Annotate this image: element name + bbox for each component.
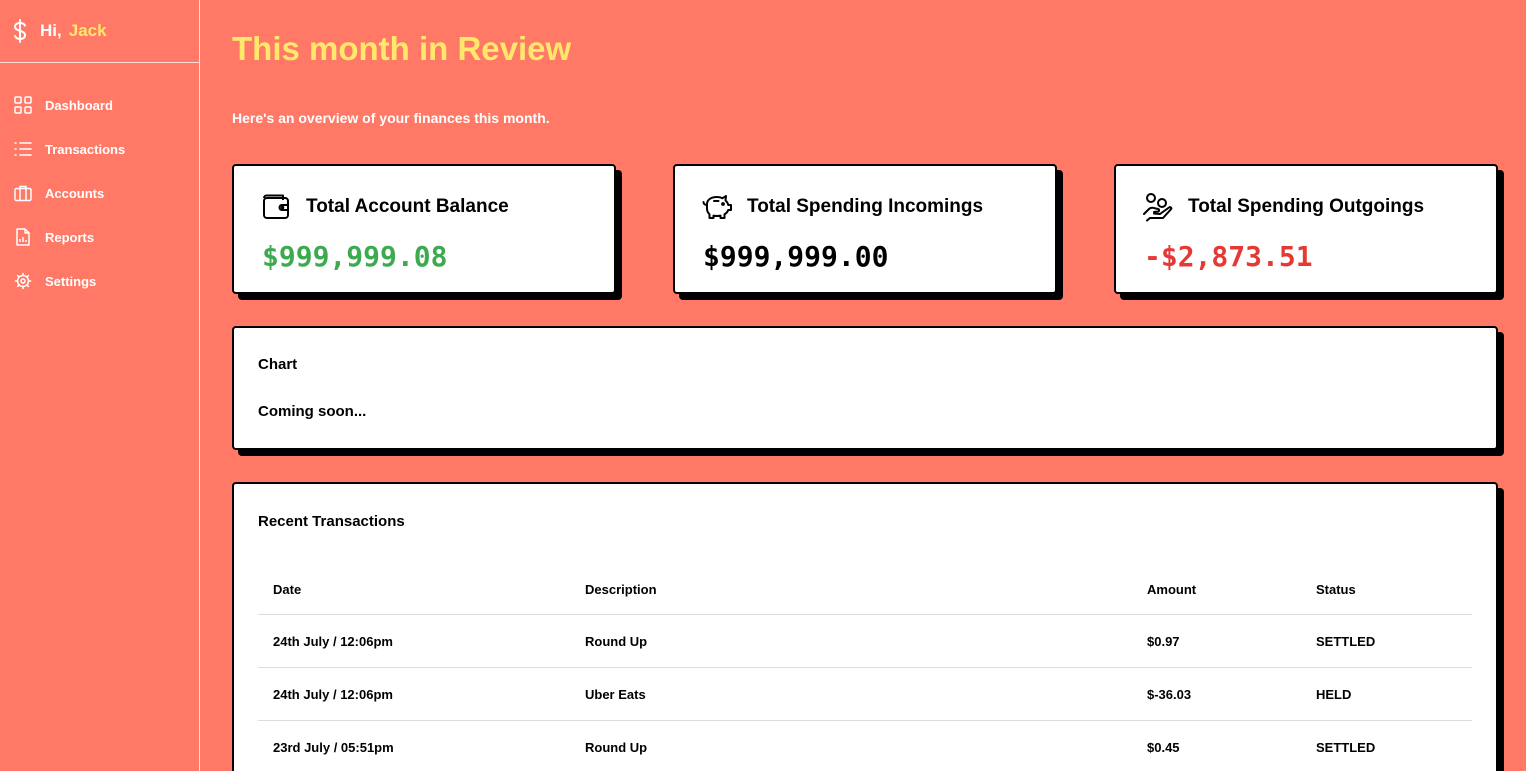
sidebar-item-reports[interactable]: Reports <box>0 215 199 259</box>
cell-date: 23rd July / 05:51pm <box>258 720 570 771</box>
sidebar: Hi, Jack Dashboard Transactions Accounts… <box>0 0 200 771</box>
recent-transactions-title: Recent Transactions <box>258 513 405 530</box>
sidebar-item-transactions[interactable]: Transactions <box>0 127 199 171</box>
stat-value: $999,999.00 <box>703 240 889 273</box>
chart-placeholder: Coming soon... <box>258 403 367 420</box>
column-header-status: Status <box>1301 564 1472 615</box>
table-header-row: Date Description Amount Status <box>258 564 1472 615</box>
sidebar-nav: Dashboard Transactions Accounts Reports … <box>0 63 199 303</box>
dollar-icon <box>12 19 30 43</box>
sidebar-item-label: Transactions <box>45 141 126 157</box>
table-row[interactable]: 24th July / 12:06pm Round Up $0.97 SETTL… <box>258 614 1472 668</box>
stat-title: Total Account Balance <box>306 196 509 217</box>
stat-card-incomings: Total Spending Incomings $999,999.00 <box>673 164 1057 294</box>
stat-card-balance: Total Account Balance $999,999.08 <box>232 164 616 294</box>
cell-amount: $0.45 <box>1132 720 1301 771</box>
sidebar-item-dashboard[interactable]: Dashboard <box>0 83 199 127</box>
column-header-amount: Amount <box>1132 564 1301 615</box>
cell-description: Round Up <box>570 720 1132 771</box>
briefcase-icon <box>13 183 33 203</box>
stat-value: -$2,873.51 <box>1144 240 1313 273</box>
cell-status: SETTLED <box>1301 720 1472 771</box>
sidebar-item-label: Accounts <box>45 185 105 201</box>
chart-title: Chart <box>258 356 298 373</box>
cell-status: HELD <box>1301 667 1472 721</box>
list-icon <box>13 139 33 159</box>
transactions-table: Date Description Amount Status 24th July… <box>258 564 1472 771</box>
gear-icon <box>13 271 33 291</box>
user-name: Jack <box>68 21 107 40</box>
page-subtitle: Here's an overview of your finances this… <box>232 110 550 126</box>
stat-title: Total Spending Outgoings <box>1188 196 1425 217</box>
chart-card: Chart Coming soon... <box>232 326 1498 450</box>
cell-date: 24th July / 12:06pm <box>258 667 570 721</box>
cell-date: 24th July / 12:06pm <box>258 614 570 668</box>
cell-amount: $-36.03 <box>1132 667 1301 721</box>
stat-header: Total Spending Outgoings <box>1142 190 1496 224</box>
sidebar-item-label: Dashboard <box>45 97 113 113</box>
hand-coins-icon <box>1142 191 1174 223</box>
stat-value: $999,999.08 <box>262 240 448 273</box>
cell-status: SETTLED <box>1301 614 1472 668</box>
column-header-description: Description <box>570 564 1132 615</box>
column-header-date: Date <box>258 564 570 615</box>
page-title: This month in Review <box>232 30 572 67</box>
brand: Hi, Jack <box>0 0 199 63</box>
sidebar-item-settings[interactable]: Settings <box>0 259 199 303</box>
greeting: Hi, <box>40 21 62 40</box>
sidebar-item-label: Reports <box>45 229 95 245</box>
stat-title: Total Spending Incomings <box>747 196 984 217</box>
table-row[interactable]: 23rd July / 05:51pm Round Up $0.45 SETTL… <box>258 720 1472 771</box>
cell-description: Round Up <box>570 614 1132 668</box>
wallet-icon <box>260 191 292 223</box>
stat-card-outgoings: Total Spending Outgoings -$2,873.51 <box>1114 164 1498 294</box>
grid-icon <box>13 95 33 115</box>
report-icon <box>13 227 33 247</box>
stat-header: Total Account Balance <box>260 190 614 224</box>
table-row[interactable]: 24th July / 12:06pm Uber Eats $-36.03 HE… <box>258 667 1472 721</box>
cell-amount: $0.97 <box>1132 614 1301 668</box>
app: Hi, Jack Dashboard Transactions Accounts… <box>0 0 1526 771</box>
recent-transactions-card: Recent Transactions Date Description Amo… <box>232 482 1498 771</box>
sidebar-item-accounts[interactable]: Accounts <box>0 171 199 215</box>
sidebar-item-label: Settings <box>45 273 97 289</box>
cell-description: Uber Eats <box>570 667 1132 721</box>
stat-header: Total Spending Incomings <box>701 190 1055 224</box>
piggy-bank-icon <box>701 191 733 223</box>
